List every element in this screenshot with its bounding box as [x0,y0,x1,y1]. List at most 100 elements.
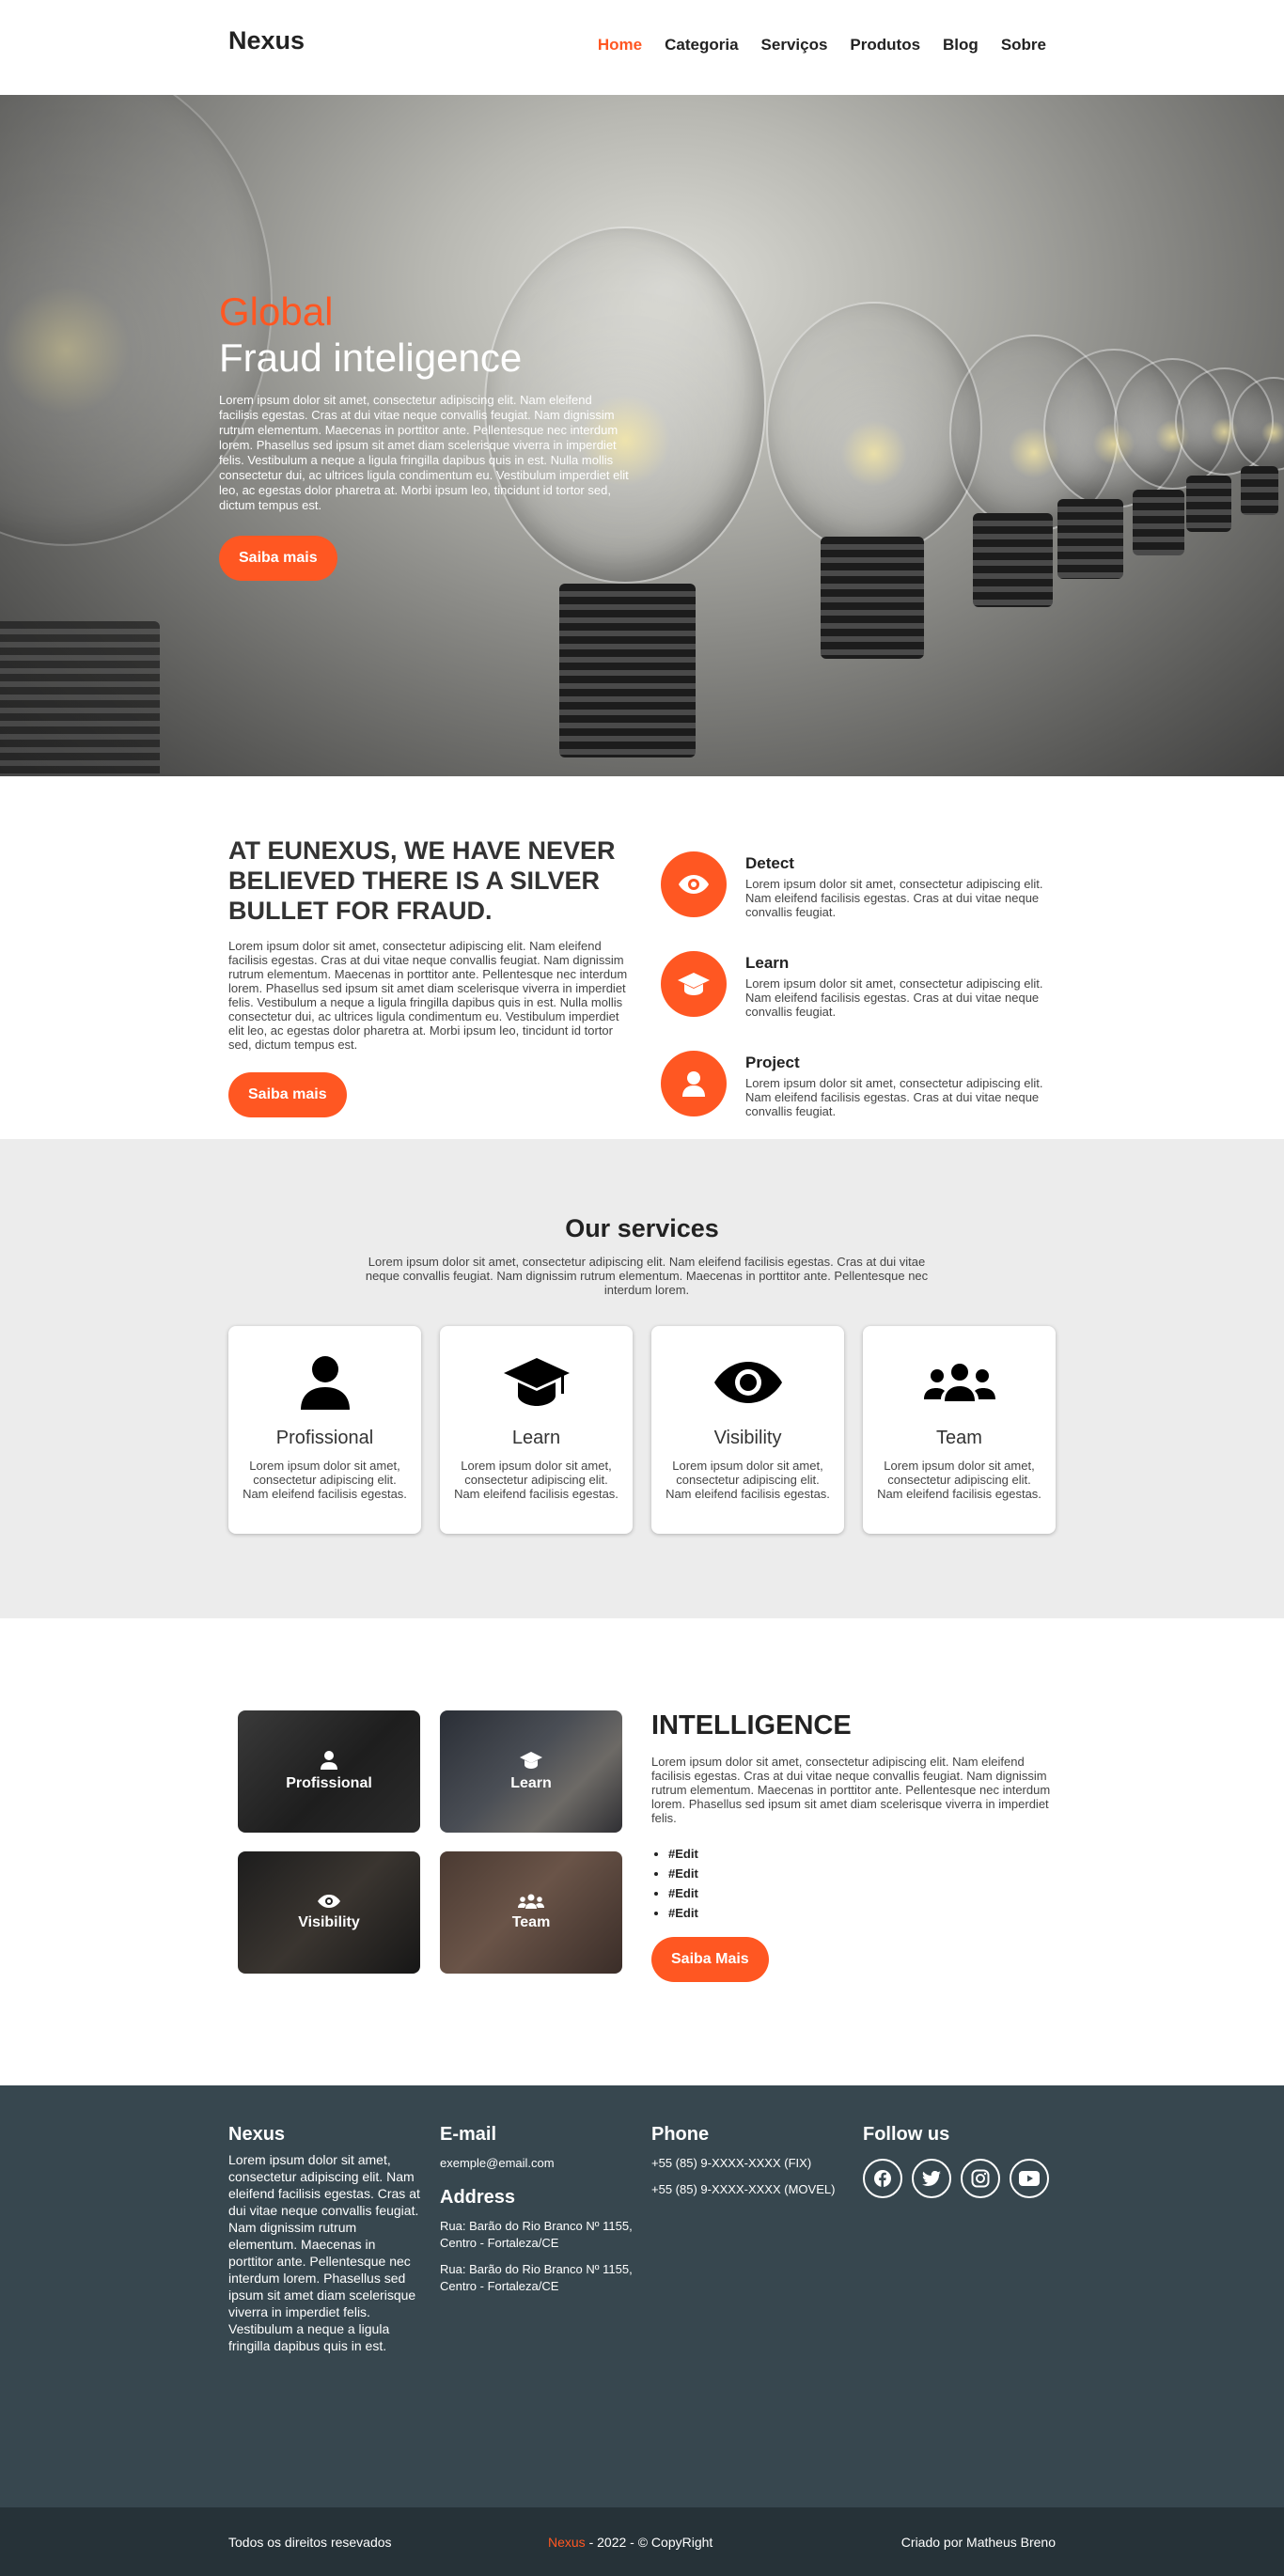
service-card-team[interactable]: Team Lorem ipsum dolor sit amet, consect… [863,1326,1056,1534]
footer-phone-title: Phone [651,2124,710,2145]
rights-text: Todos os direitos resevados [228,2535,392,2550]
hero-title: Fraud inteligence [219,336,523,380]
services-section: Our services Lorem ipsum dolor sit amet,… [0,1139,1284,1618]
footer-address-1: Rua: Barão do Rio Branco Nº 1155, Centro… [440,2219,633,2250]
footer-address-2: Rua: Barão do Rio Branco Nº 1155, Centro… [440,2262,633,2293]
nav-categoria[interactable]: Categoria [665,36,738,55]
feature-title: Learn [745,954,790,972]
intelligence-text: Lorem ipsum dolor sit amet, consectetur … [651,1755,1051,1825]
graduation-cap-icon [661,951,727,1017]
footer-follow: Follow us [863,2124,1056,2198]
tile-team[interactable]: Team [440,1851,622,1974]
footer-phone-1: +55 (85) 9-XXXX-XXXX (FIX) [651,2156,812,2170]
footer-email-title: E-mail [440,2124,497,2145]
footer-follow-title: Follow us [863,2124,950,2145]
services-title: Our services [565,1214,719,1242]
hero-saiba-mais-button[interactable]: Saiba mais [219,536,337,581]
user-icon [321,1751,337,1770]
users-icon [863,1354,1056,1411]
intelligence-saiba-mais-button[interactable]: Saiba Mais [651,1937,769,1982]
youtube-icon[interactable] [1010,2159,1049,2198]
list-item: #Edit [668,1844,1065,1864]
card-text: Lorem ipsum dolor sit amet, consectetur … [877,1459,1041,1501]
hero-text: Lorem ipsum dolor sit amet, consectetur … [219,393,629,512]
list-item: #Edit [668,1864,1065,1883]
footer-address-title: Address [440,2187,516,2208]
social-links [863,2159,1056,2198]
nav-sobre[interactable]: Sobre [1001,36,1046,55]
footer-phone: Phone +55 (85) 9-XXXX-XXXX (FIX) +55 (85… [651,2124,844,2198]
bulb-base [973,513,1053,607]
bulb-base [559,584,696,757]
tile-label: Learn [510,1775,552,1791]
about-text: Lorem ipsum dolor sit amet, consectetur … [228,939,628,1052]
footer-about: Nexus Lorem ipsum dolor sit amet, consec… [228,2124,421,2354]
users-icon [518,1894,544,1909]
site-header: Nexus Home Categoria Serviços Produtos B… [0,0,1284,95]
hero-banner: Global Fraud inteligence Lorem ipsum dol… [0,95,1284,776]
user-icon [661,1051,727,1116]
nav-servicos[interactable]: Serviços [761,36,828,55]
footer-about-title: Nexus [228,2124,286,2145]
main-nav: Home Categoria Serviços Produtos Blog So… [598,36,1046,55]
hero-title-accent: Global [219,289,334,334]
tile-profissional[interactable]: Profissional [238,1710,420,1833]
bulb-base [1186,476,1231,532]
tile-label: Visibility [298,1914,360,1930]
service-card-visibility[interactable]: Visibility Lorem ipsum dolor sit amet, c… [651,1326,844,1534]
intelligence-section: Profissional Learn Visibility Team INTEL… [0,1618,1284,2085]
feature-text: Lorem ipsum dolor sit amet, consectetur … [745,877,1043,919]
copyright-text: Nexus - 2022 - © CopyRight [548,2535,712,2550]
feature-title: Detect [745,854,794,872]
service-card-profissional[interactable]: Profissional Lorem ipsum dolor sit amet,… [228,1326,421,1534]
hero-content: Global Fraud inteligence Lorem ipsum dol… [219,289,633,581]
bulb-base [821,537,924,659]
nav-home[interactable]: Home [598,36,642,55]
feature-learn: Learn Lorem ipsum dolor sit amet, consec… [661,951,1065,1019]
intelligence-list: #Edit #Edit #Edit #Edit [651,1844,1065,1923]
card-text: Lorem ipsum dolor sit amet, consectetur … [243,1459,407,1501]
feature-title: Project [745,1054,800,1071]
card-text: Lorem ipsum dolor sit amet, consectetur … [665,1459,830,1501]
tile-learn[interactable]: Learn [440,1710,622,1833]
feature-project: Project Lorem ipsum dolor sit amet, cons… [661,1051,1065,1118]
footer-email[interactable]: exemple@email.com [440,2155,633,2172]
site-footer: Nexus Lorem ipsum dolor sit amet, consec… [0,2085,1284,2507]
twitter-icon[interactable] [912,2159,951,2198]
about-heading: AT EUNEXUS, WE HAVE NEVER BELIEVED THERE… [228,836,616,925]
feature-text: Lorem ipsum dolor sit amet, consectetur … [745,976,1043,1019]
eye-icon [651,1354,844,1411]
bulb-base [1057,499,1123,579]
nav-produtos[interactable]: Produtos [850,36,920,55]
about-saiba-mais-button[interactable]: Saiba mais [228,1072,347,1117]
tile-label: Team [511,1914,551,1930]
copyright-year: - 2022 - © CopyRight [585,2535,713,2550]
service-card-learn[interactable]: Learn Lorem ipsum dolor sit amet, consec… [440,1326,633,1534]
instagram-icon[interactable] [961,2159,1000,2198]
bulb-base [1241,466,1278,515]
footer-about-text: Lorem ipsum dolor sit amet, consectetur … [228,2152,420,2353]
logo[interactable]: Nexus [228,26,305,55]
card-title: Learn [511,1428,561,1448]
eye-icon [318,1895,340,1908]
nav-blog[interactable]: Blog [943,36,979,55]
user-icon [228,1354,421,1411]
copyright-bar: Todos os direitos resevados Nexus - 2022… [0,2507,1284,2576]
tile-visibility[interactable]: Visibility [238,1851,420,1974]
list-item: #Edit [668,1903,1065,1923]
credit-text: Criado por Matheus Breno [900,2535,1056,2550]
list-item: #Edit [668,1883,1065,1903]
card-title: Visibility [713,1428,782,1448]
bulb-base [1133,490,1184,555]
graduation-cap-icon [520,1752,542,1769]
footer-phone-2: +55 (85) 9-XXXX-XXXX (MOVEL) [651,2182,836,2196]
copyright-brand[interactable]: Nexus [548,2535,586,2550]
graduation-cap-icon [440,1354,633,1411]
card-text: Lorem ipsum dolor sit amet, consectetur … [454,1459,619,1501]
feature-text: Lorem ipsum dolor sit amet, consectetur … [745,1076,1043,1118]
card-title: Team [936,1428,982,1448]
tile-label: Profissional [286,1775,372,1791]
services-subtitle: Lorem ipsum dolor sit amet, consectetur … [365,1255,929,1297]
facebook-icon[interactable] [863,2159,902,2198]
feature-detect: Detect Lorem ipsum dolor sit amet, conse… [661,851,1065,919]
